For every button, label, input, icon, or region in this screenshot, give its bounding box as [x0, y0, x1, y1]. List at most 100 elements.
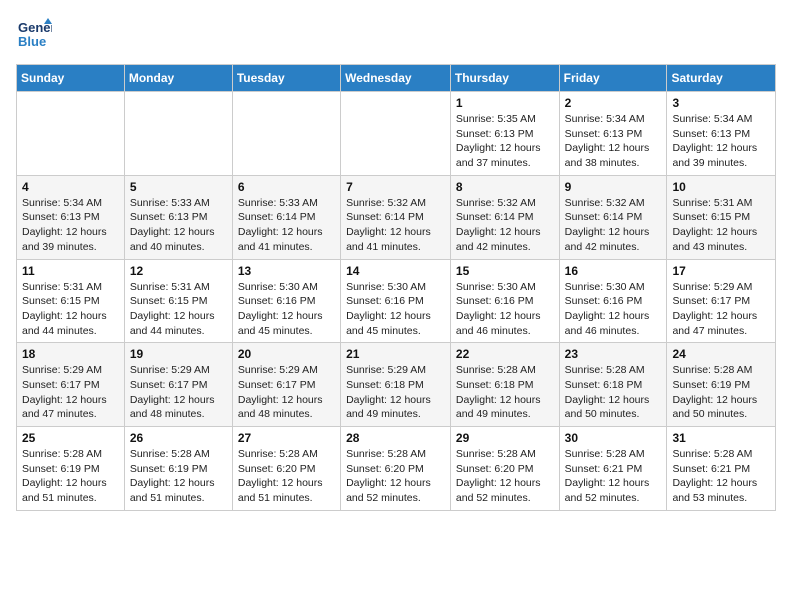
calendar-week-row: 25Sunrise: 5:28 AMSunset: 6:19 PMDayligh…: [17, 427, 776, 511]
day-of-week-header: Sunday: [17, 65, 125, 92]
day-number: 8: [456, 180, 554, 194]
day-number: 11: [22, 264, 119, 278]
calendar-day-cell: 27 Sunrise: 5:28 AMSunset: 6:20 PMDayligh…: [232, 427, 340, 511]
day-of-week-header: Saturday: [667, 65, 776, 92]
day-number: 2: [565, 96, 662, 110]
calendar-day-cell: 12 Sunrise: 5:31 AMSunset: 6:15 PMDayligh…: [124, 259, 232, 343]
day-info: Sunrise: 5:28 AMSunset: 6:20 PMDaylight:…: [238, 447, 335, 506]
header: General Blue: [16, 16, 776, 52]
day-info: Sunrise: 5:30 AMSunset: 6:16 PMDaylight:…: [238, 280, 335, 339]
day-info: Sunrise: 5:31 AMSunset: 6:15 PMDaylight:…: [22, 280, 119, 339]
day-number: 6: [238, 180, 335, 194]
day-info: Sunrise: 5:28 AMSunset: 6:18 PMDaylight:…: [456, 363, 554, 422]
calendar-day-cell: 26 Sunrise: 5:28 AMSunset: 6:19 PMDayligh…: [124, 427, 232, 511]
day-of-week-header: Monday: [124, 65, 232, 92]
calendar-week-row: 11 Sunrise: 5:31 AMSunset: 6:15 PMDayligh…: [17, 259, 776, 343]
day-info: Sunrise: 5:28 AMSunset: 6:20 PMDaylight:…: [456, 447, 554, 506]
day-of-week-header: Wednesday: [341, 65, 451, 92]
day-of-week-header: Friday: [559, 65, 667, 92]
calendar-header-row: SundayMondayTuesdayWednesdayThursdayFrid…: [17, 65, 776, 92]
day-number: 30: [565, 431, 662, 445]
day-info: Sunrise: 5:30 AMSunset: 6:16 PMDaylight:…: [565, 280, 662, 339]
day-number: 17: [672, 264, 770, 278]
calendar-day-cell: 7Sunrise: 5:32 AMSunset: 6:14 PMDaylight…: [341, 175, 451, 259]
calendar-day-cell: 1 Sunrise: 5:35 AMSunset: 6:13 PMDaylight…: [450, 92, 559, 176]
day-number: 18: [22, 347, 119, 361]
day-number: 3: [672, 96, 770, 110]
calendar-day-cell: 15 Sunrise: 5:30 AMSunset: 6:16 PMDayligh…: [450, 259, 559, 343]
day-number: 23: [565, 347, 662, 361]
day-info: Sunrise: 5:34 AMSunset: 6:13 PMDaylight:…: [565, 112, 662, 171]
day-info: Sunrise: 5:31 AMSunset: 6:15 PMDaylight:…: [672, 196, 770, 255]
calendar-day-cell: [124, 92, 232, 176]
logo-icon: General Blue: [16, 16, 52, 52]
day-info: Sunrise: 5:32 AMSunset: 6:14 PMDaylight:…: [565, 196, 662, 255]
day-info: Sunrise: 5:28 AMSunset: 6:21 PMDaylight:…: [672, 447, 770, 506]
day-number: 10: [672, 180, 770, 194]
day-number: 27: [238, 431, 335, 445]
calendar-day-cell: 23Sunrise: 5:28 AMSunset: 6:18 PMDayligh…: [559, 343, 667, 427]
day-info: Sunrise: 5:33 AMSunset: 6:14 PMDaylight:…: [238, 196, 335, 255]
day-info: Sunrise: 5:34 AMSunset: 6:13 PMDaylight:…: [672, 112, 770, 171]
day-number: 28: [346, 431, 445, 445]
day-number: 29: [456, 431, 554, 445]
logo: General Blue: [16, 16, 56, 52]
calendar-day-cell: 13Sunrise: 5:30 AMSunset: 6:16 PMDayligh…: [232, 259, 340, 343]
day-number: 22: [456, 347, 554, 361]
day-info: Sunrise: 5:28 AMSunset: 6:19 PMDaylight:…: [672, 363, 770, 422]
day-number: 9: [565, 180, 662, 194]
calendar-day-cell: 29 Sunrise: 5:28 AMSunset: 6:20 PMDayligh…: [450, 427, 559, 511]
calendar-day-cell: 9 Sunrise: 5:32 AMSunset: 6:14 PMDaylight…: [559, 175, 667, 259]
calendar-day-cell: 2 Sunrise: 5:34 AMSunset: 6:13 PMDaylight…: [559, 92, 667, 176]
calendar-day-cell: 28 Sunrise: 5:28 AMSunset: 6:20 PMDayligh…: [341, 427, 451, 511]
day-number: 21: [346, 347, 445, 361]
calendar-day-cell: [17, 92, 125, 176]
day-info: Sunrise: 5:32 AMSunset: 6:14 PMDaylight:…: [346, 196, 445, 255]
day-info: Sunrise: 5:28 AMSunset: 6:19 PMDaylight:…: [130, 447, 227, 506]
calendar-day-cell: 18 Sunrise: 5:29 AMSunset: 6:17 PMDayligh…: [17, 343, 125, 427]
calendar-day-cell: 16 Sunrise: 5:30 AMSunset: 6:16 PMDayligh…: [559, 259, 667, 343]
calendar-day-cell: [341, 92, 451, 176]
day-info: Sunrise: 5:30 AMSunset: 6:16 PMDaylight:…: [456, 280, 554, 339]
day-number: 26: [130, 431, 227, 445]
day-number: 1: [456, 96, 554, 110]
day-info: Sunrise: 5:34 AMSunset: 6:13 PMDaylight:…: [22, 196, 119, 255]
day-info: Sunrise: 5:28 AMSunset: 6:19 PMDaylight:…: [22, 447, 119, 506]
day-info: Sunrise: 5:29 AMSunset: 6:18 PMDaylight:…: [346, 363, 445, 422]
day-number: 19: [130, 347, 227, 361]
calendar-day-cell: 31 Sunrise: 5:28 AMSunset: 6:21 PMDayligh…: [667, 427, 776, 511]
calendar-week-row: 18 Sunrise: 5:29 AMSunset: 6:17 PMDayligh…: [17, 343, 776, 427]
calendar-week-row: 1 Sunrise: 5:35 AMSunset: 6:13 PMDaylight…: [17, 92, 776, 176]
calendar-day-cell: 14 Sunrise: 5:30 AMSunset: 6:16 PMDayligh…: [341, 259, 451, 343]
day-number: 12: [130, 264, 227, 278]
calendar-day-cell: 24 Sunrise: 5:28 AMSunset: 6:19 PMDayligh…: [667, 343, 776, 427]
day-info: Sunrise: 5:29 AMSunset: 6:17 PMDaylight:…: [22, 363, 119, 422]
day-of-week-header: Thursday: [450, 65, 559, 92]
day-of-week-header: Tuesday: [232, 65, 340, 92]
calendar-day-cell: 4Sunrise: 5:34 AMSunset: 6:13 PMDaylight…: [17, 175, 125, 259]
day-number: 15: [456, 264, 554, 278]
day-info: Sunrise: 5:28 AMSunset: 6:21 PMDaylight:…: [565, 447, 662, 506]
calendar-day-cell: 5Sunrise: 5:33 AMSunset: 6:13 PMDaylight…: [124, 175, 232, 259]
calendar-day-cell: 21 Sunrise: 5:29 AMSunset: 6:18 PMDayligh…: [341, 343, 451, 427]
day-info: Sunrise: 5:32 AMSunset: 6:14 PMDaylight:…: [456, 196, 554, 255]
day-number: 16: [565, 264, 662, 278]
calendar-day-cell: 25Sunrise: 5:28 AMSunset: 6:19 PMDayligh…: [17, 427, 125, 511]
calendar-day-cell: 17Sunrise: 5:29 AMSunset: 6:17 PMDayligh…: [667, 259, 776, 343]
calendar-day-cell: 10 Sunrise: 5:31 AMSunset: 6:15 PMDayligh…: [667, 175, 776, 259]
calendar-day-cell: 22 Sunrise: 5:28 AMSunset: 6:18 PMDayligh…: [450, 343, 559, 427]
day-info: Sunrise: 5:33 AMSunset: 6:13 PMDaylight:…: [130, 196, 227, 255]
calendar-day-cell: 8 Sunrise: 5:32 AMSunset: 6:14 PMDaylight…: [450, 175, 559, 259]
day-info: Sunrise: 5:31 AMSunset: 6:15 PMDaylight:…: [130, 280, 227, 339]
day-number: 24: [672, 347, 770, 361]
day-info: Sunrise: 5:35 AMSunset: 6:13 PMDaylight:…: [456, 112, 554, 171]
day-info: Sunrise: 5:29 AMSunset: 6:17 PMDaylight:…: [238, 363, 335, 422]
day-info: Sunrise: 5:29 AMSunset: 6:17 PMDaylight:…: [130, 363, 227, 422]
day-number: 14: [346, 264, 445, 278]
calendar-day-cell: [232, 92, 340, 176]
day-info: Sunrise: 5:28 AMSunset: 6:20 PMDaylight:…: [346, 447, 445, 506]
calendar-day-cell: 11 Sunrise: 5:31 AMSunset: 6:15 PMDayligh…: [17, 259, 125, 343]
day-info: Sunrise: 5:30 AMSunset: 6:16 PMDaylight:…: [346, 280, 445, 339]
calendar-day-cell: 19 Sunrise: 5:29 AMSunset: 6:17 PMDayligh…: [124, 343, 232, 427]
day-number: 31: [672, 431, 770, 445]
